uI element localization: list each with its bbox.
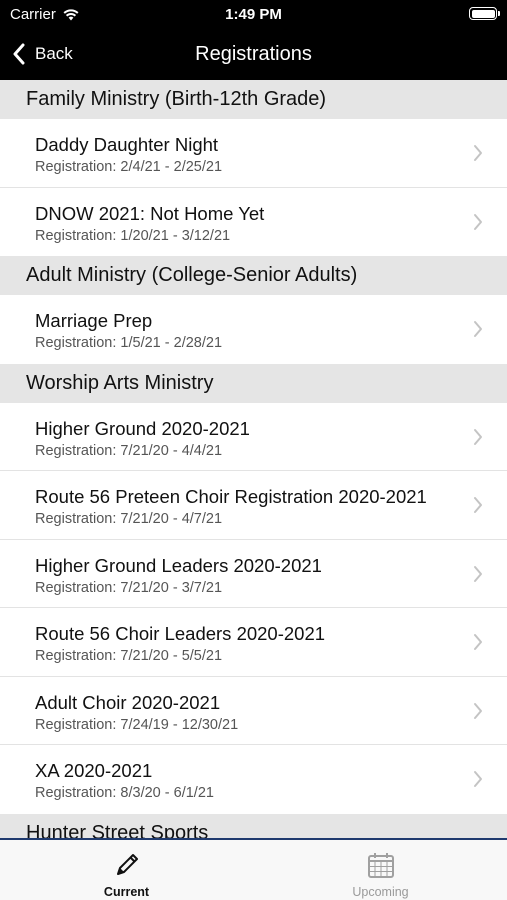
- chevron-right-icon: [474, 321, 482, 337]
- top-bar: Carrier 1:49 PM Back Registrations: [0, 0, 507, 80]
- chevron-right-icon: [474, 702, 482, 719]
- chevron-right-icon: [474, 565, 482, 582]
- status-bar: Carrier 1:49 PM: [0, 0, 507, 28]
- item-title: Route 56 Preteen Choir Registration 2020…: [35, 486, 427, 507]
- battery-icon: [469, 7, 500, 20]
- tab-current-label: Current: [103, 885, 150, 899]
- section-header: Family Ministry (Birth-12th Grade): [0, 80, 507, 119]
- item-title: Adult Choir 2020-2021: [35, 691, 221, 713]
- list-item[interactable]: Higher Ground 2020-2021 Registration: 7/…: [0, 403, 507, 471]
- item-title: Route 56 Choir Leaders 2020-2021: [35, 623, 326, 644]
- status-time: 1:49 PM: [225, 6, 282, 23]
- item-title: Marriage Prep: [35, 310, 153, 331]
- list-item[interactable]: Daddy Daughter Night Registration: 2/4/2…: [0, 119, 507, 188]
- registrations-list[interactable]: Family Ministry (Birth-12th Grade) Daddy…: [0, 80, 507, 838]
- tab-current[interactable]: Current: [0, 840, 253, 900]
- tab-upcoming-label: Upcoming: [352, 885, 409, 899]
- list-item[interactable]: Adult Choir 2020-2021 Registration: 7/24…: [0, 677, 507, 745]
- tab-upcoming[interactable]: Upcoming: [254, 840, 507, 900]
- item-registration-dates: Registration: 7/24/19 - 12/30/21: [35, 716, 239, 733]
- section-header: Hunter Street Sports: [0, 813, 507, 838]
- pencil-icon: [116, 854, 138, 875]
- chevron-right-icon: [474, 145, 482, 161]
- chevron-right-icon: [474, 497, 482, 513]
- item-title: DNOW 2021: Not Home Yet: [35, 202, 265, 224]
- chevron-right-icon: [474, 428, 482, 445]
- item-registration-dates: Registration: 1/5/21 - 2/28/21: [35, 335, 223, 351]
- chevron-right-icon: [474, 771, 482, 787]
- section-header: Adult Ministry (College-Senior Adults): [0, 256, 507, 295]
- item-registration-dates: Registration: 7/21/20 - 5/5/21: [35, 648, 223, 664]
- item-registration-dates: Registration: 7/21/20 - 3/7/21: [35, 579, 223, 596]
- list-item[interactable]: Route 56 Preteen Choir Registration 2020…: [0, 471, 507, 540]
- item-registration-dates: Registration: 2/4/21 - 2/25/21: [35, 159, 223, 175]
- item-title: XA 2020-2021: [35, 760, 153, 781]
- list-item[interactable]: Route 56 Choir Leaders 2020-2021 Registr…: [0, 608, 507, 677]
- calendar-icon: [367, 853, 394, 878]
- list-item[interactable]: XA 2020-2021 Registration: 8/3/20 - 6/1/…: [0, 745, 507, 814]
- navigation-bar: Back Registrations: [0, 28, 507, 80]
- list-item[interactable]: Marriage Prep Registration: 1/5/21 - 2/2…: [0, 295, 507, 364]
- chevron-right-icon: [474, 634, 482, 650]
- item-registration-dates: Registration: 8/3/20 - 6/1/21: [35, 785, 214, 801]
- item-registration-dates: Registration: 7/21/20 - 4/4/21: [35, 442, 223, 459]
- list-item[interactable]: DNOW 2021: Not Home Yet Registration: 1/…: [0, 188, 507, 257]
- item-title: Higher Ground Leaders 2020-2021: [35, 554, 322, 576]
- item-registration-dates: Registration: 1/20/21 - 3/12/21: [35, 227, 231, 244]
- section-header: Worship Arts Ministry: [0, 363, 507, 403]
- item-title: Daddy Daughter Night: [35, 134, 219, 155]
- tab-bar: Current Upcoming: [0, 838, 507, 900]
- item-title: Higher Ground 2020-2021: [35, 417, 250, 439]
- list-item[interactable]: Higher Ground Leaders 2020-2021 Registra…: [0, 540, 507, 608]
- chevron-right-icon: [474, 213, 482, 230]
- item-registration-dates: Registration: 7/21/20 - 4/7/21: [35, 511, 223, 527]
- page-title: Registrations: [195, 43, 312, 65]
